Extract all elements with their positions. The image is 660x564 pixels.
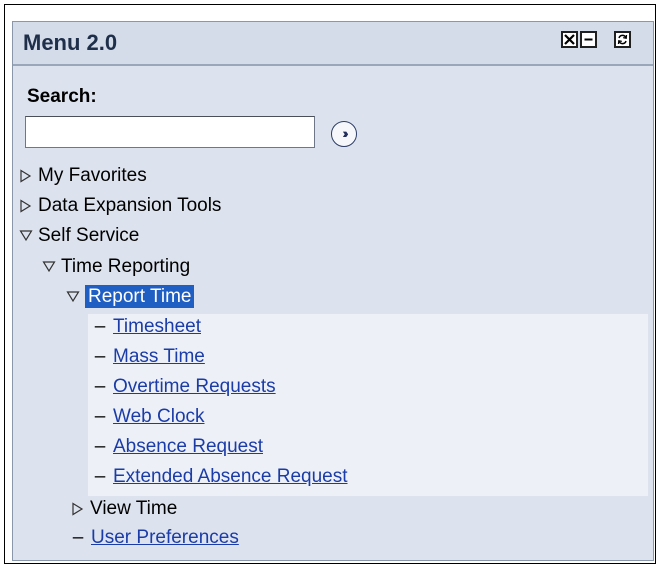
tree-link-label[interactable]: Absence Request [113,436,263,457]
triangle-right-icon [19,199,34,213]
tree-link-absence-request[interactable]: – Absence Request [93,433,263,461]
tree-link-user-preferences[interactable]: – User Preferences [71,524,239,552]
tree-item-time-reporting[interactable]: Time Reporting [42,253,190,281]
tree-link-label[interactable]: Extended Absence Request [113,466,348,487]
tree-item-label-selected: Report Time [85,285,195,308]
tree-item-self-service[interactable]: Self Service [19,222,139,250]
dash-icon: – [94,406,106,427]
search-label: Search: [27,86,97,107]
menu-titlebar: Menu 2.0 [13,22,653,66]
dash-icon: – [94,316,106,337]
tree-link-label[interactable]: Timesheet [113,316,201,337]
dash-icon: – [94,436,106,457]
tree-item-label: My Favorites [38,165,147,186]
menu-title: Menu 2.0 [23,30,118,55]
triangle-right-icon [19,169,34,183]
tree-item-label: Time Reporting [61,256,191,277]
tree-item-label: Self Service [38,225,140,246]
tree-item-view-time[interactable]: View Time [71,495,177,523]
tree-link-web-clock[interactable]: – Web Clock [93,403,205,431]
double-chevron-right-icon: ›› [342,125,349,141]
triangle-down-icon [42,260,57,273]
close-icon[interactable] [561,31,578,48]
tree-link-label[interactable]: Web Clock [113,406,205,427]
minimize-icon[interactable] [580,31,597,48]
tree-item-label: Data Expansion Tools [38,195,222,216]
tree-item-my-favorites[interactable]: My Favorites [19,162,147,190]
tree-item-report-time[interactable]: Report Time [66,283,195,311]
tree-item-label: View Time [90,498,178,519]
refresh-icon[interactable] [614,31,631,48]
tree-item-data-expansion-tools[interactable]: Data Expansion Tools [19,192,221,220]
dash-icon: – [94,346,106,367]
tree-link-timesheet[interactable]: – Timesheet [93,313,201,341]
search-go-button[interactable]: ›› [331,121,357,147]
triangle-down-icon [66,290,81,303]
tree-link-label[interactable]: Mass Time [113,346,205,367]
triangle-down-icon [19,229,34,242]
search-input[interactable] [25,116,315,148]
tree-link-overtime-requests[interactable]: – Overtime Requests [93,373,276,401]
dash-icon: – [94,376,106,397]
tree-link-label[interactable]: Overtime Requests [113,376,276,397]
triangle-right-icon [71,502,86,516]
tree-link-label[interactable]: User Preferences [91,527,239,548]
dash-icon: – [94,466,106,487]
tree-link-mass-time[interactable]: – Mass Time [93,343,205,371]
tree-link-extended-absence-request[interactable]: – Extended Absence Request [93,463,348,491]
dash-icon: – [72,527,84,548]
